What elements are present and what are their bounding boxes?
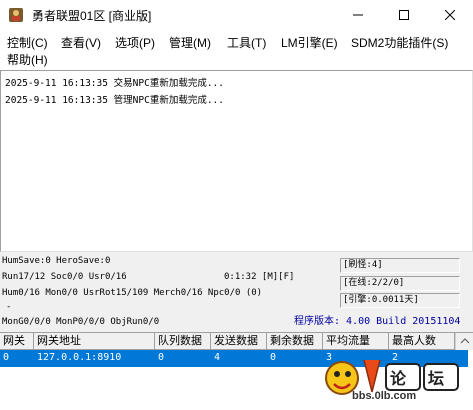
menu-help[interactable]: 帮助(H) <box>7 51 48 69</box>
menu-options[interactable]: 选项(P) <box>115 34 155 52</box>
hum-save-status: HumSave:0 HeroSave:0 <box>2 256 111 266</box>
minimize-button[interactable] <box>335 0 381 30</box>
svg-text:坛: 坛 <box>428 369 444 388</box>
dash-status: - <box>6 302 12 312</box>
watermark-url: bbs.0lb.com <box>352 390 417 402</box>
run-status: Run17/12 Soc0/0 Usr0/16 <box>2 272 127 282</box>
uptime-status: 0:1:32 [M][F] <box>224 272 295 282</box>
log-line: 2025-9-11 16:13:35 管理NPC重新加载完成... <box>5 95 224 106</box>
cell-remaining: 0 <box>270 352 277 363</box>
scroll-up-button[interactable] <box>455 333 473 350</box>
column-header-remaining[interactable]: 剩余数据 <box>267 333 323 350</box>
column-header-max-users[interactable]: 最高人数 <box>389 333 455 350</box>
menu-view[interactable]: 查看(V) <box>61 34 101 52</box>
maximize-button[interactable] <box>381 0 427 30</box>
column-header-address[interactable]: 网关地址 <box>34 333 155 350</box>
close-button[interactable] <box>427 0 473 30</box>
table-header: 网关 网关地址 队列数据 发送数据 剩余数据 平均流量 最高人数 <box>0 333 473 350</box>
app-icon <box>9 8 23 22</box>
cell-sent: 4 <box>214 352 221 363</box>
chevron-up-icon <box>460 338 470 344</box>
maximize-icon <box>399 10 409 20</box>
refresh-monster-box: [刷怪:4] <box>340 258 460 273</box>
minimize-icon <box>353 14 363 16</box>
svg-text:论: 论 <box>390 369 407 388</box>
engine-uptime-box: [引擎:0.0011天] <box>340 293 460 308</box>
hum-status: Hum0/16 Mon0/0 UsrRot15/109 Merch0/16 Np… <box>2 288 263 298</box>
monster-status: MonG0/0/0 MonP0/0/0 ObjRun0/0 <box>2 317 160 327</box>
version-label: 程序版本: 4.00 Build 20151104 <box>294 316 461 327</box>
close-icon <box>445 10 455 20</box>
menu-control[interactable]: 控制(C) <box>7 34 48 52</box>
menu-manage[interactable]: 管理(M) <box>169 34 211 52</box>
cell-address: 127.0.0.1:8910 <box>37 352 122 363</box>
column-header-sent[interactable]: 发送数据 <box>211 333 267 350</box>
menu-lm-engine[interactable]: LM引擎(E) <box>281 34 338 52</box>
log-panel[interactable]: 2025-9-11 16:13:35 交易NPC重新加载完成... 2025-9… <box>0 70 473 252</box>
online-count-box: [在线:2/2/0] <box>340 276 460 291</box>
title-bar[interactable]: 勇者联盟01区 [商业版] <box>0 0 473 30</box>
log-line: 2025-9-11 16:13:35 交易NPC重新加载完成... <box>5 78 224 89</box>
column-header-avg-traffic[interactable]: 平均流量 <box>323 333 389 350</box>
cell-gateway: 0 <box>3 352 10 363</box>
column-header-queue[interactable]: 队列数据 <box>155 333 211 350</box>
cell-queue: 0 <box>158 352 165 363</box>
menu-bar: 控制(C) 查看(V) 选项(P) 管理(M) 工具(T) LM引擎(E) SD… <box>0 30 473 70</box>
menu-sdm2-plugins[interactable]: SDM2功能插件(S) <box>351 34 448 52</box>
menu-tools[interactable]: 工具(T) <box>227 34 266 52</box>
window-title: 勇者联盟01区 [商业版] <box>32 9 152 23</box>
column-header-gateway[interactable]: 网关 <box>0 333 34 350</box>
